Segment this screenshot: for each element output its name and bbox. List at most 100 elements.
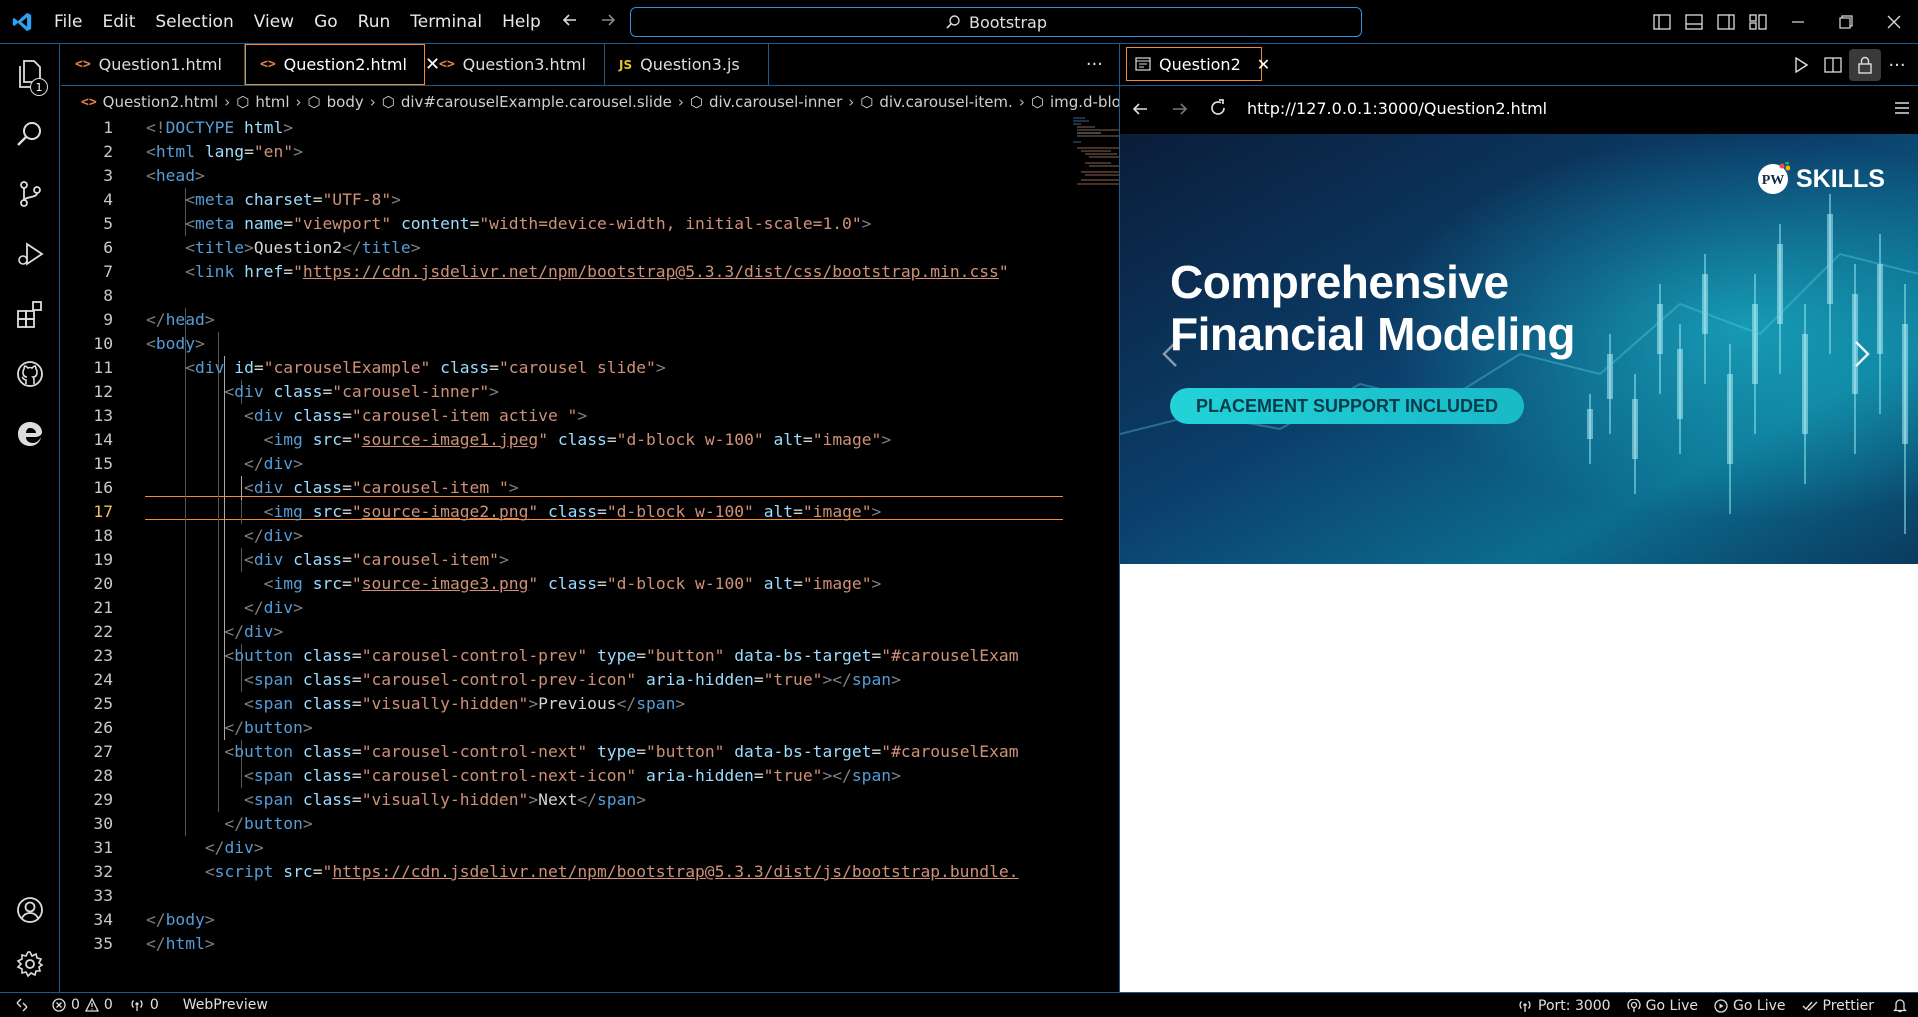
- explorer-badge: 1: [30, 78, 48, 96]
- problems-indicator[interactable]: 0 0: [44, 993, 121, 1017]
- line-number: 18: [93, 526, 113, 545]
- source-control-icon[interactable]: [0, 166, 60, 222]
- status-bar: 0 0 0 WebPreview Port: 3000 Go Live Go L…: [0, 992, 1918, 1017]
- github-icon[interactable]: [0, 346, 60, 402]
- menu-run[interactable]: Run: [348, 0, 401, 44]
- forward-arrow-icon[interactable]: [598, 10, 618, 30]
- element-symbol-icon: ⬡: [236, 93, 250, 111]
- close-tab-icon[interactable]: ✕: [1257, 55, 1270, 74]
- tab-question3-html[interactable]: <> Question3.html: [425, 44, 605, 85]
- back-arrow-icon[interactable]: [560, 10, 580, 30]
- broadcast-icon: [129, 998, 145, 1012]
- run-debug-icon[interactable]: [0, 226, 60, 282]
- line-number: 20: [93, 574, 113, 593]
- code-line: 34 </body>: [61, 908, 1061, 932]
- tab-preview-question2[interactable]: Question2 ✕: [1126, 47, 1270, 81]
- more-actions-icon[interactable]: ···: [1881, 49, 1913, 81]
- tab-question2[interactable]: <> Question2.html ✕: [245, 44, 440, 85]
- minimap[interactable]: [1071, 116, 1119, 186]
- menu-selection[interactable]: Selection: [145, 0, 243, 44]
- ports-indicator[interactable]: 0: [121, 993, 167, 1017]
- close-window-button[interactable]: [1870, 0, 1918, 44]
- warning-count: 0: [103, 997, 113, 1013]
- menu-edit[interactable]: Edit: [92, 0, 145, 44]
- toggle-panel-icon[interactable]: [1678, 0, 1710, 44]
- run-icon[interactable]: [1785, 49, 1817, 81]
- toggle-primary-sidebar-icon[interactable]: [1646, 0, 1678, 44]
- edge-browser-icon[interactable]: [0, 406, 60, 462]
- explorer-icon[interactable]: 1: [0, 46, 60, 102]
- menu-help[interactable]: Help: [492, 0, 551, 44]
- port-status[interactable]: Port: 3000: [1509, 993, 1619, 1017]
- customize-layout-icon[interactable]: [1742, 0, 1774, 44]
- go-live-button-2[interactable]: Go Live: [1706, 993, 1793, 1017]
- breadcrumb-carousel[interactable]: ⬡ div#carouselExample.carousel.slide: [382, 93, 672, 111]
- double-check-icon: [1802, 999, 1818, 1013]
- code-line: 15 </div>: [61, 452, 1061, 476]
- tab-question1[interactable]: <> Question1.html: [61, 44, 245, 85]
- svg-text:PW: PW: [1762, 173, 1785, 188]
- search-sidebar-icon[interactable]: [0, 106, 60, 162]
- minimize-button[interactable]: [1774, 0, 1822, 44]
- settings-gear-icon[interactable]: [0, 936, 60, 992]
- carousel-prev-button[interactable]: [1150, 324, 1190, 384]
- account-icon[interactable]: [0, 882, 60, 938]
- split-editor-icon[interactable]: [1817, 49, 1849, 81]
- breadcrumb-body[interactable]: ⬡ body: [308, 93, 364, 111]
- url-input[interactable]: http://127.0.0.1:3000/Question2.html: [1247, 99, 1547, 118]
- breadcrumb-html[interactable]: ⬡ html: [236, 93, 289, 111]
- line-number: 15: [93, 454, 113, 473]
- notifications-bell-icon[interactable]: [1882, 993, 1918, 1017]
- editor-tabs: <> Question1.html <> Question2.html ✕ <>…: [61, 44, 1119, 86]
- breadcrumb-label: div.carousel-item.: [879, 93, 1013, 111]
- reload-icon[interactable]: [1208, 98, 1228, 118]
- line-number: 27: [93, 742, 113, 761]
- forward-arrow-icon[interactable]: [1170, 99, 1190, 119]
- code-line: 11 <div id="carouselExample" class="caro…: [61, 356, 1061, 380]
- more-actions-icon[interactable]: ···: [1086, 44, 1103, 85]
- preview-viewport[interactable]: PW SKILLS Comprehensive Financial Modeli…: [1120, 134, 1918, 992]
- command-center-search[interactable]: Bootstrap: [630, 7, 1362, 37]
- placement-badge: PLACEMENT SUPPORT INCLUDED: [1170, 388, 1524, 424]
- code-line: 16 <div class="carousel-item ">: [61, 476, 1061, 500]
- go-live-button[interactable]: Go Live: [1619, 993, 1706, 1017]
- code-line: 20 <img src="source-image3.png" class="d…: [61, 572, 1061, 596]
- remote-icon[interactable]: [0, 993, 44, 1017]
- activity-bar: 1: [0, 44, 60, 992]
- code-line: 9 </head>: [61, 308, 1061, 332]
- menu-terminal[interactable]: Terminal: [400, 0, 492, 44]
- hamburger-menu-icon[interactable]: [1893, 100, 1911, 116]
- headline-line: Financial Modeling: [1170, 308, 1576, 360]
- code-line: 19 <div class="carousel-item">: [61, 548, 1061, 572]
- lock-icon[interactable]: [1849, 49, 1881, 81]
- breadcrumb-inner[interactable]: ⬡ div.carousel-inner: [690, 93, 842, 111]
- line-number: 5: [103, 214, 113, 233]
- line-number: 22: [93, 622, 113, 641]
- menu-file[interactable]: File: [44, 0, 92, 44]
- restore-button[interactable]: [1822, 0, 1870, 44]
- code-line: 25 <span class="visually-hidden">Previou…: [61, 692, 1061, 716]
- tab-question3-js[interactable]: JS Question3.js: [605, 44, 769, 85]
- menu-bar: File Edit Selection View Go Run Terminal…: [44, 0, 551, 44]
- code-editor[interactable]: 1 <!DOCTYPE html> 2 <html lang="en"> 3 <hea…: [61, 116, 1119, 992]
- code-line: 2 <html lang="en">: [61, 140, 1061, 164]
- toggle-secondary-sidebar-icon[interactable]: [1710, 0, 1742, 44]
- code-line: 22 </div>: [61, 620, 1061, 644]
- breadcrumb-item[interactable]: ⬡ div.carousel-item.: [860, 93, 1013, 111]
- code-line: 8: [61, 284, 1061, 308]
- menu-view[interactable]: View: [244, 0, 304, 44]
- preview-address-bar: http://127.0.0.1:3000/Question2.html: [1120, 86, 1918, 132]
- webpreview-status[interactable]: WebPreview: [175, 993, 276, 1017]
- back-arrow-icon[interactable]: [1130, 99, 1150, 119]
- prettier-status[interactable]: Prettier: [1794, 993, 1883, 1017]
- menu-go[interactable]: Go: [304, 0, 348, 44]
- vscode-logo-icon: [0, 0, 44, 44]
- code-line: 26 </button>: [61, 716, 1061, 740]
- breadcrumb-img[interactable]: ⬡ img.d-blo: [1031, 93, 1119, 111]
- code-line: 33: [61, 884, 1061, 908]
- breadcrumb-file[interactable]: <> Question2.html: [81, 93, 218, 111]
- carousel-next-button[interactable]: [1842, 324, 1882, 384]
- extensions-icon[interactable]: [0, 286, 60, 342]
- breadcrumb: <> Question2.html › ⬡ html › ⬡ body › ⬡ div#…: [61, 88, 1119, 116]
- line-number: 34: [93, 910, 113, 929]
